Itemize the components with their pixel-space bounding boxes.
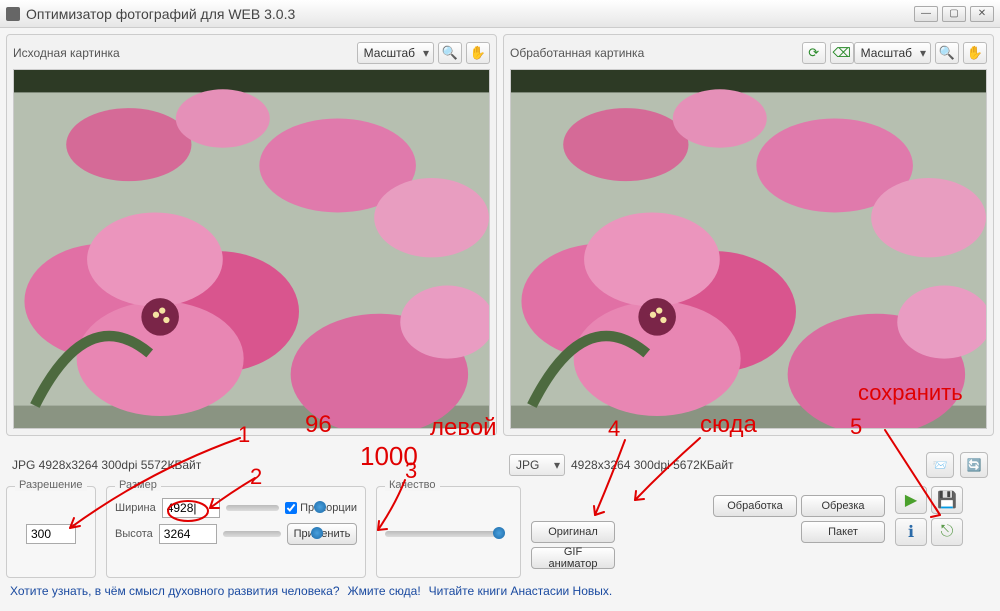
controls-row: Разрешение Размер Ширина Пропорции Высот…	[6, 486, 994, 578]
maximize-button[interactable]: ▢	[942, 6, 966, 22]
processed-title: Обработанная картинка	[510, 46, 798, 60]
footer-link-1[interactable]: Хотите узнать, в чём смысл духовного раз…	[10, 584, 340, 598]
process-button[interactable]: Обработка	[713, 495, 797, 517]
status-row: JPG 4928x3264 300dpi 5572КБайт JPG 4928x…	[6, 448, 994, 482]
height-slider[interactable]	[223, 531, 281, 537]
clear-icon[interactable]: ⌫	[830, 42, 854, 64]
processed-image	[511, 70, 986, 428]
quality-label: Качество	[385, 479, 440, 491]
run-icon[interactable]: ▶	[895, 486, 927, 514]
side-icon-buttons: ▶ 💾 ℹ ⎋	[895, 486, 963, 578]
resolution-label: Разрешение	[15, 479, 87, 491]
original-button[interactable]: Оригинал	[531, 521, 615, 543]
source-image-view[interactable]	[13, 69, 490, 429]
action-buttons-2: Обработка Обрезка Пакет	[713, 486, 885, 578]
footer-link-2[interactable]: Жмите сюда!	[348, 584, 421, 598]
app-icon	[6, 7, 20, 21]
hand-pan-icon[interactable]: ✋	[466, 42, 490, 64]
proportions-text: Пропорции	[300, 502, 357, 514]
quality-group: Качество	[376, 486, 521, 578]
action-buttons: Оригинал GIF аниматор	[531, 486, 703, 578]
source-image	[14, 70, 489, 428]
gif-button[interactable]: GIF аниматор	[531, 547, 615, 569]
titlebar: Оптимизатор фотографий для WEB 3.0.3 — ▢…	[0, 0, 1000, 28]
source-panel: Исходная картинка Масштаб 🔍 ✋	[6, 34, 497, 436]
source-title: Исходная картинка	[13, 46, 357, 60]
size-group: Размер Ширина Пропорции Высота Применить	[106, 486, 366, 578]
processed-status-text: 4928x3264 300dpi 5672КБайт	[571, 458, 734, 472]
width-input[interactable]	[162, 498, 220, 518]
source-zoom-select[interactable]: Масштаб	[357, 42, 434, 64]
open-icon[interactable]: 📨	[926, 452, 954, 478]
size-label: Размер	[115, 479, 161, 491]
source-status-text: JPG 4928x3264 300dpi 5572КБайт	[6, 454, 497, 476]
window-title: Оптимизатор фотографий для WEB 3.0.3	[26, 6, 914, 22]
hand-pan-icon[interactable]: ✋	[963, 42, 987, 64]
crop-button[interactable]: Обрезка	[801, 495, 885, 517]
slider-thumb[interactable]	[493, 527, 505, 539]
height-label: Высота	[115, 528, 153, 540]
output-format-select[interactable]: JPG	[509, 454, 565, 476]
footer-link-3[interactable]: Читайте книги Анастасии Новых.	[429, 584, 613, 598]
resolution-group: Разрешение	[6, 486, 96, 578]
slider-thumb[interactable]	[311, 527, 323, 539]
processed-zoom-select[interactable]: Масштаб	[854, 42, 931, 64]
refresh-icon[interactable]: ⟳	[802, 42, 826, 64]
reload-icon[interactable]: 🔄	[960, 452, 988, 478]
quality-slider[interactable]	[385, 531, 505, 537]
slider-thumb[interactable]	[314, 501, 326, 513]
info-icon[interactable]: ℹ	[895, 518, 927, 546]
height-input[interactable]	[159, 524, 217, 544]
magnifier-icon[interactable]: 🔍	[438, 42, 462, 64]
minimize-button[interactable]: —	[914, 6, 938, 22]
exit-icon[interactable]: ⎋	[931, 518, 963, 546]
close-button[interactable]: ✕	[970, 6, 994, 22]
proportions-check-input[interactable]	[285, 502, 297, 514]
magnifier-icon[interactable]: 🔍	[935, 42, 959, 64]
footer-links: Хотите узнать, в чём смысл духовного раз…	[0, 578, 1000, 604]
processed-image-view[interactable]	[510, 69, 987, 429]
processed-panel: Обработанная картинка ⟳ ⌫ Масштаб 🔍 ✋	[503, 34, 994, 436]
width-label: Ширина	[115, 502, 156, 514]
main-content: Исходная картинка Масштаб 🔍 ✋	[0, 28, 1000, 442]
batch-button[interactable]: Пакет	[801, 521, 885, 543]
resolution-input[interactable]	[26, 524, 76, 544]
width-slider[interactable]	[226, 505, 279, 511]
save-icon[interactable]: 💾	[931, 486, 963, 514]
